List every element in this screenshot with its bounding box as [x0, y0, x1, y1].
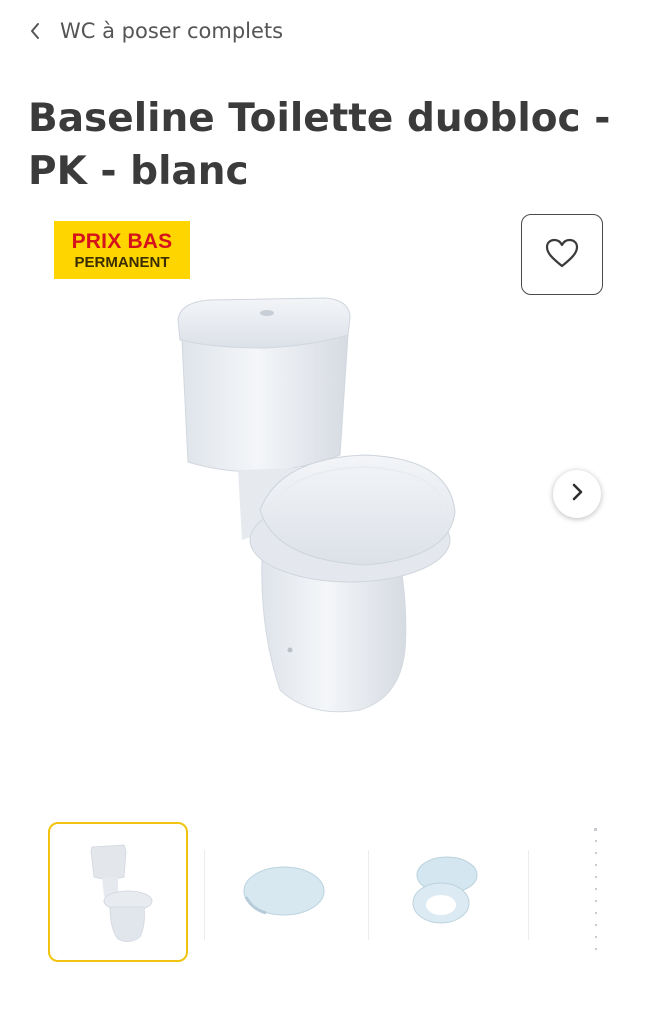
thumbnail-divider [204, 850, 205, 940]
thumbnail-divider [528, 850, 529, 940]
chevron-left-icon[interactable] [28, 21, 42, 41]
price-badge: PRIX BAS PERMANENT [54, 221, 190, 279]
product-title: Baseline Toilette duobloc - PK - blanc [28, 96, 611, 194]
heart-outline-icon [544, 237, 580, 273]
next-image-button[interactable] [553, 470, 601, 518]
breadcrumb-link[interactable]: WC à poser complets [60, 19, 283, 43]
thumbnail-seat-closed[interactable] [212, 822, 352, 962]
thumbnail-toilet-front[interactable] [48, 822, 188, 962]
thumbnail-seat-open[interactable] [374, 822, 514, 962]
chevron-right-icon [569, 481, 585, 507]
breadcrumb[interactable]: WC à poser complets [28, 14, 283, 48]
thumbnail-strip [48, 822, 651, 962]
thumbnail-partial[interactable] [590, 828, 602, 956]
product-main-image[interactable] [150, 290, 480, 730]
thumbnail-divider [368, 850, 369, 940]
badge-line-2: PERMANENT [74, 253, 170, 271]
product-page: WC à poser complets Baseline Toilette du… [0, 0, 651, 1024]
favorite-button[interactable] [521, 214, 603, 295]
badge-line-1: PRIX BAS [71, 229, 173, 253]
